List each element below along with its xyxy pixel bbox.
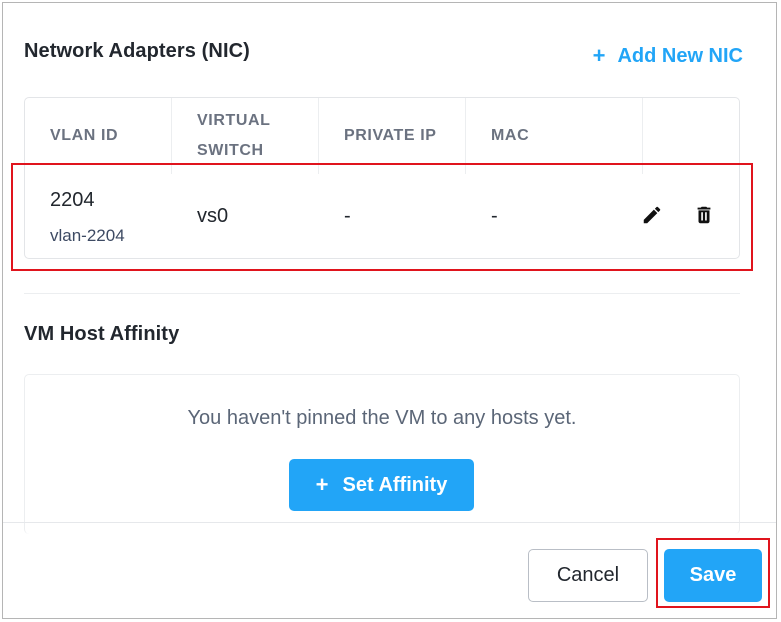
- column-header-actions: [643, 98, 739, 174]
- save-button[interactable]: Save: [664, 549, 762, 602]
- trash-icon[interactable]: [693, 204, 717, 228]
- section-divider: [24, 293, 740, 294]
- mac-value: -: [491, 205, 498, 227]
- virtual-switch-value: vs0: [197, 205, 229, 227]
- pencil-icon[interactable]: [641, 204, 665, 228]
- cancel-button[interactable]: Cancel: [528, 549, 648, 602]
- add-new-nic-button[interactable]: + Add New NIC: [593, 43, 743, 69]
- affinity-section-title: VM Host Affinity: [24, 323, 180, 345]
- table-row: 2204 vlan-2204 vs0 - -: [25, 174, 739, 259]
- nic-section-title: Network Adapters (NIC): [24, 40, 250, 62]
- column-header-mac: MAC: [466, 98, 643, 174]
- private-ip-value: -: [344, 205, 351, 227]
- nic-table: VLAN ID VIRTUAL SWITCH PRIVATE IP MAC 22…: [24, 97, 740, 259]
- column-header-vlan-id: VLAN ID: [25, 98, 172, 174]
- set-affinity-button[interactable]: + Set Affinity: [289, 459, 474, 511]
- plus-icon: +: [315, 472, 329, 497]
- nic-table-header: VLAN ID VIRTUAL SWITCH PRIVATE IP MAC: [25, 98, 739, 174]
- vlan-name-value: vlan-2204: [50, 226, 125, 245]
- vlan-id-value: 2204: [50, 189, 95, 211]
- column-header-private-ip: PRIVATE IP: [319, 98, 466, 174]
- add-new-nic-label: Add New NIC: [617, 44, 743, 67]
- affinity-empty-message: You haven't pinned the VM to any hosts y…: [187, 407, 577, 429]
- column-header-virtual-switch: VIRTUAL SWITCH: [172, 98, 319, 174]
- set-affinity-label: Set Affinity: [342, 473, 448, 496]
- footer-divider: [3, 522, 776, 523]
- plus-icon: +: [592, 43, 606, 68]
